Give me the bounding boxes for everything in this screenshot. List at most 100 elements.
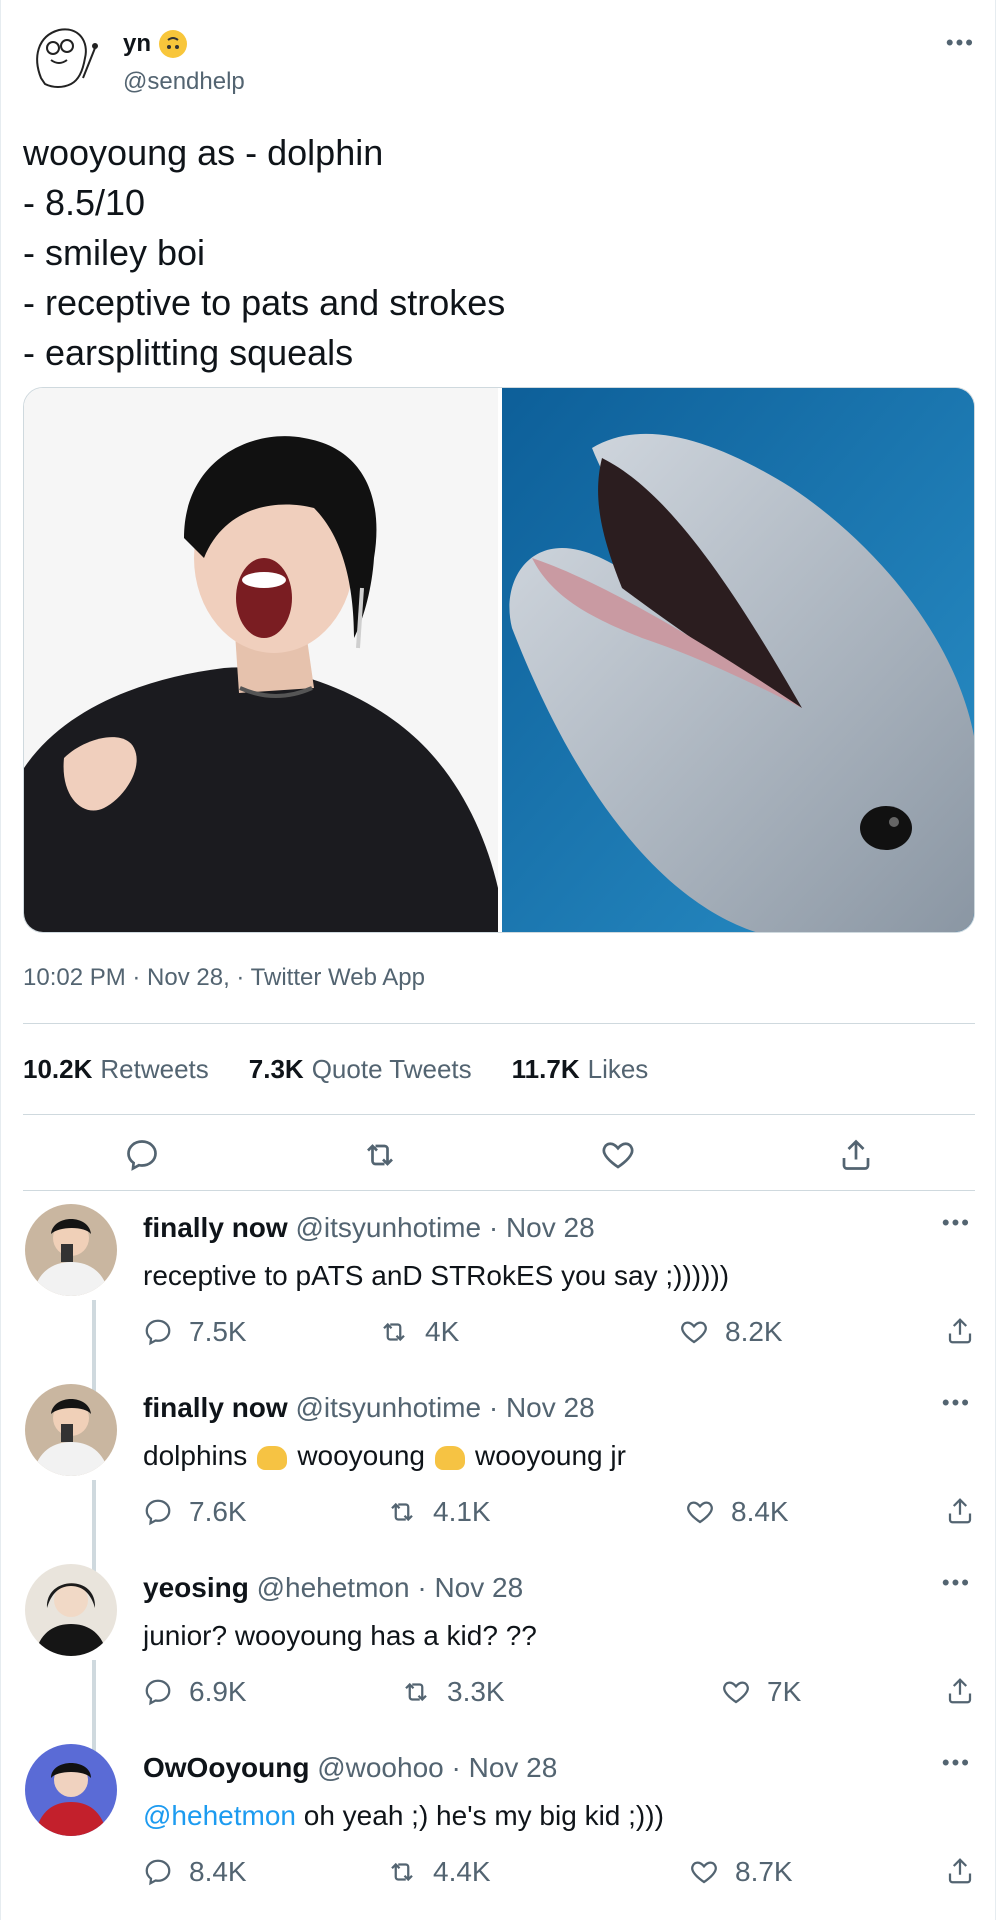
likes-stat[interactable]: 11.7K Likes — [512, 1054, 649, 1085]
retweets-stat[interactable]: 10.2K Retweets — [23, 1054, 209, 1085]
mention-link[interactable]: @hehetmon — [143, 1800, 296, 1831]
quote-tweets-count: 7.3K — [248, 1054, 304, 1084]
more-options-icon[interactable]: ••• — [942, 1570, 971, 1596]
reply-icon — [145, 1679, 171, 1706]
retweet-icon — [383, 1322, 405, 1342]
more-options-icon[interactable]: ••• — [942, 1750, 971, 1776]
reply-tweet[interactable]: OwOoyoung @woohoo · Nov 28 ••• @hehetmon… — [23, 1744, 975, 1920]
retweet-icon[interactable] — [362, 1137, 398, 1173]
tweet-line: wooyoung as - dolphin — [23, 132, 384, 173]
reply-count: 6.9K — [189, 1676, 247, 1707]
reply-handle-date[interactable]: @woohoo · Nov 28 — [317, 1752, 557, 1783]
reply-icon — [145, 1319, 171, 1346]
reply-icon — [145, 1499, 171, 1526]
share-icon[interactable] — [838, 1137, 874, 1173]
reply-text: dolphins wooyoung wooyoung jr — [143, 1440, 626, 1472]
like-count: 8.2K — [725, 1316, 783, 1347]
like-count: 8.4K — [731, 1496, 789, 1527]
reply-avatar[interactable] — [25, 1384, 117, 1476]
reply-share-button[interactable] — [945, 1496, 975, 1526]
reply-reply-button[interactable]: 8.4K — [143, 1856, 247, 1888]
reply-share-button[interactable] — [945, 1316, 975, 1346]
reply-retweet-button[interactable]: 4.4K — [387, 1856, 491, 1888]
reply-avatar[interactable] — [25, 1204, 117, 1296]
author-name[interactable]: yn — [123, 30, 151, 58]
retweet-count: 3.3K — [447, 1676, 505, 1707]
reply-like-button[interactable]: 8.4K — [685, 1496, 789, 1528]
quote-tweets-label: Quote Tweets — [311, 1054, 472, 1084]
reply-tweet[interactable]: finally now @itsyunhotime · Nov 28 ••• r… — [23, 1204, 975, 1394]
retweet-icon — [405, 1682, 427, 1702]
reply-text-part: wooyoung jr — [474, 1440, 626, 1471]
share-icon — [948, 1498, 972, 1524]
divider — [23, 1190, 975, 1191]
reply-like-button[interactable]: 7K — [721, 1676, 801, 1708]
upside-down-face-icon — [159, 30, 188, 58]
reply-author-name[interactable]: finally now — [143, 1392, 288, 1423]
likes-count: 11.7K — [511, 1054, 580, 1084]
share-icon — [948, 1318, 972, 1344]
like-icon — [723, 1681, 749, 1704]
share-icon — [948, 1678, 972, 1704]
more-options-icon[interactable]: ••• — [942, 1210, 971, 1236]
author-avatar[interactable] — [23, 18, 103, 98]
like-icon — [681, 1321, 707, 1344]
more-options-icon[interactable]: ••• — [942, 1390, 971, 1416]
reply-retweet-button[interactable]: 4K — [379, 1316, 459, 1348]
reply-reply-button[interactable]: 6.9K — [143, 1676, 247, 1708]
like-icon — [691, 1861, 717, 1884]
retweets-count: 10.2K — [23, 1054, 93, 1084]
reply-like-button[interactable]: 8.2K — [679, 1316, 783, 1348]
reply-count: 8.4K — [189, 1856, 247, 1887]
handshake-icon — [434, 1445, 465, 1470]
reply-share-button[interactable] — [945, 1856, 975, 1886]
reply-icon[interactable] — [124, 1137, 160, 1173]
media-photo-person[interactable] — [24, 388, 498, 932]
retweet-icon — [391, 1502, 413, 1522]
like-icon — [687, 1501, 713, 1524]
reply-header: finally now @itsyunhotime · Nov 28 — [143, 1212, 595, 1244]
divider — [23, 1114, 975, 1115]
tweet-line: - smiley boi — [23, 232, 206, 273]
reply-avatar[interactable] — [25, 1564, 117, 1656]
like-icon[interactable] — [600, 1137, 636, 1173]
tweet-actions — [23, 1130, 975, 1180]
reply-handle-date[interactable]: @itsyunhotime · Nov 28 — [295, 1392, 594, 1423]
retweets-label: Retweets — [100, 1054, 209, 1084]
reply-author-name[interactable]: yeosing — [143, 1572, 249, 1603]
reply-tweet[interactable]: yeosing @hehetmon · Nov 28 ••• junior? w… — [23, 1564, 975, 1754]
reply-count: 7.6K — [189, 1496, 247, 1527]
tweet-body: wooyoung as - dolphin - 8.5/10 - smiley … — [23, 128, 973, 378]
tweet-line: - earsplitting squeals — [23, 332, 354, 373]
thread-line — [92, 1480, 96, 1574]
reply-tweet[interactable]: finally now @itsyunhotime · Nov 28 ••• d… — [23, 1384, 975, 1574]
reply-text: receptive to pATS anD STRokES you say ;)… — [143, 1260, 730, 1291]
reply-handle-date[interactable]: @itsyunhotime · Nov 28 — [295, 1212, 594, 1243]
thread-line — [92, 1660, 96, 1754]
reply-like-button[interactable]: 8.7K — [689, 1856, 793, 1888]
author-handle[interactable]: @sendhelp — [123, 68, 245, 96]
reply-text: @hehetmon oh yeah ;) he's my big kid ;))… — [143, 1800, 664, 1832]
reply-author-name[interactable]: OwOoyoung — [143, 1752, 309, 1783]
reply-avatar[interactable] — [25, 1744, 117, 1836]
reply-share-button[interactable] — [945, 1676, 975, 1706]
reply-author-name[interactable]: finally now — [143, 1212, 288, 1243]
tweet-timestamp[interactable]: 10:02 PM · Nov 28, · Twitter Web App — [23, 964, 425, 992]
author-name-row: yn — [123, 30, 188, 58]
reply-handle-date[interactable]: @hehetmon · Nov 28 — [257, 1572, 524, 1603]
reply-reply-button[interactable]: 7.5K — [143, 1316, 247, 1348]
reply-reply-button[interactable]: 7.6K — [143, 1496, 247, 1528]
retweet-icon — [391, 1862, 413, 1882]
retweet-count: 4.4K — [433, 1856, 491, 1887]
reply-retweet-button[interactable]: 3.3K — [401, 1676, 505, 1708]
like-count: 7K — [767, 1676, 802, 1707]
more-options-icon[interactable]: ••• — [946, 30, 975, 56]
like-count: 8.7K — [735, 1856, 793, 1887]
tweet-detail-page: yn @sendhelp ••• wooyoung as - dolphin -… — [0, 0, 996, 1920]
likes-label: Likes — [587, 1054, 649, 1084]
reply-actions: 7.5K 4K 8.2K — [143, 1316, 975, 1356]
reply-retweet-button[interactable]: 4.1K — [387, 1496, 491, 1528]
quote-tweets-stat[interactable]: 7.3K Quote Tweets — [249, 1054, 472, 1085]
reply-header: yeosing @hehetmon · Nov 28 — [143, 1572, 523, 1604]
media-photo-dolphin[interactable] — [502, 388, 974, 932]
